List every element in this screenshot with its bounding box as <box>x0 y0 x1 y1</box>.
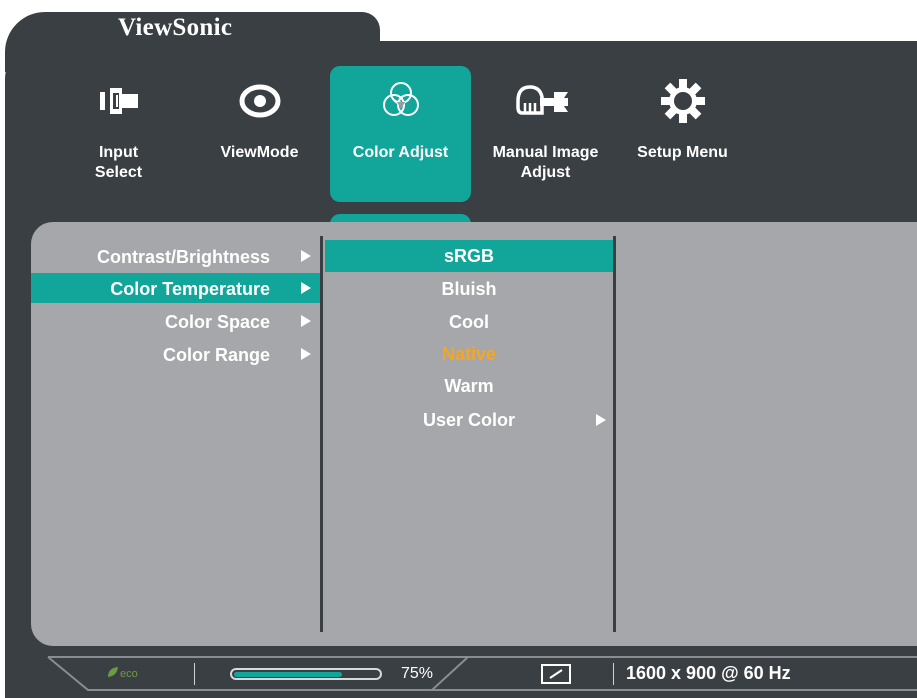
option-warm[interactable]: Warm <box>325 370 613 402</box>
nav-item-manual-image-adjust[interactable]: Manual Image Adjust <box>471 66 612 202</box>
input-select-icon <box>48 76 189 126</box>
eco-indicator: eco <box>106 665 138 680</box>
nav-item-color-adjust[interactable]: Color Adjust <box>330 66 471 202</box>
gear-icon <box>612 76 753 126</box>
submenu-item-label: Color Range <box>162 345 270 365</box>
arrow-right-icon <box>596 414 606 426</box>
submenu-item-label: Color Space <box>164 312 270 332</box>
submenu-item-label: Contrast/Brightness <box>96 247 270 267</box>
nav-item-setup-menu[interactable]: Setup Menu <box>612 66 753 202</box>
option-bluish[interactable]: Bluish <box>325 273 613 305</box>
nav-label: Color Adjust <box>352 144 449 161</box>
nav-label: Manual Image Adjust <box>492 144 599 181</box>
progress-fill <box>234 671 342 677</box>
status-separator <box>194 663 195 685</box>
resolution-readout: 1600 x 900 @ 60 Hz <box>626 663 791 683</box>
submenu-item-color-space[interactable]: Color Space <box>31 306 320 336</box>
submenu-item-label: Color Temperature <box>110 279 270 299</box>
progress-bar <box>230 668 382 680</box>
brand-name: ViewSonic <box>118 14 233 41</box>
arrow-right-icon <box>301 282 311 294</box>
column-divider <box>320 236 323 632</box>
arrow-right-icon <box>301 315 311 327</box>
option-user-color[interactable]: User Color <box>325 404 613 436</box>
nav-label: Input Select <box>94 144 143 181</box>
eye-icon <box>189 76 330 126</box>
nav-item-viewmode[interactable]: ViewMode <box>189 66 330 202</box>
submenu-item-contrast-brightness[interactable]: Contrast/Brightness <box>31 241 320 271</box>
nav-item-input-select[interactable]: Input Select <box>48 66 189 202</box>
nav-label: Setup Menu <box>637 144 728 161</box>
color-circles-icon <box>330 76 471 126</box>
arrow-right-icon <box>301 250 311 262</box>
hand-wrench-icon <box>471 76 612 126</box>
option-srgb[interactable]: sRGB <box>325 240 613 272</box>
progress-percent: 75% <box>401 665 434 682</box>
status-separator <box>613 663 614 685</box>
submenu-item-color-temperature[interactable]: Color Temperature <box>31 273 320 303</box>
column-divider <box>613 236 616 632</box>
option-label: User Color <box>422 410 516 430</box>
option-cool[interactable]: Cool <box>325 306 613 338</box>
leaf-icon <box>108 667 118 677</box>
option-native[interactable]: Native <box>325 338 613 370</box>
eco-label: eco <box>120 668 138 680</box>
arrow-right-icon <box>301 348 311 360</box>
aspect-ratio-icon <box>541 664 571 689</box>
submenu-item-color-range[interactable]: Color Range <box>31 339 320 369</box>
nav-label: ViewMode <box>220 144 299 161</box>
